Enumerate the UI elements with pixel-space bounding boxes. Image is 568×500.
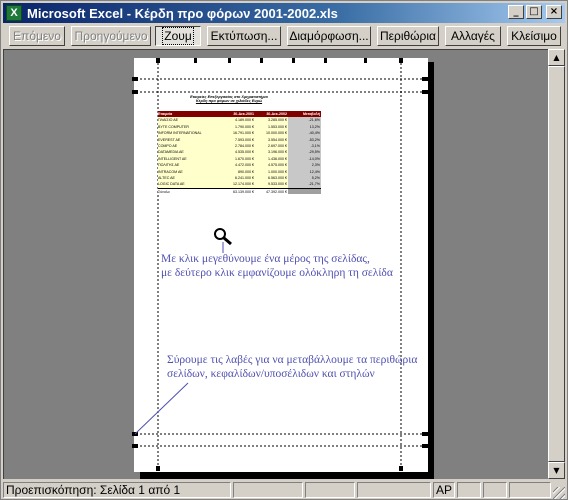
minimize-icon[interactable]: _ [508,5,524,19]
table-cell: Σύνολο [158,187,222,195]
previous-page-button[interactable]: Προηγούμενο [71,26,151,46]
table-cell [288,187,321,195]
resize-grip-icon[interactable] [553,487,565,499]
margin-handle[interactable] [422,77,428,81]
margin-handle[interactable] [132,444,138,448]
excel-app-icon[interactable]: X [6,5,22,21]
column-handle[interactable] [194,58,197,63]
window-title: Microsoft Excel - Κέρδη προ φόρων 2001-2… [27,5,338,21]
excel-print-preview-window: X Microsoft Excel - Κέρδη προ φόρων 2001… [0,0,568,500]
drag-annotation-line2: σελίδων, κεφαλίδων/υποσέλιδων και στηλών [167,368,375,380]
sheet-title: Εταιρείες Επεξεργασίας στο Χρηματιστήριο… [166,95,292,103]
setup-button[interactable]: Διαμόρφωση... [287,26,371,46]
sheet-title-line2: Κέρδη προ φόρων σε χιλιάδες Ευρώ [195,99,263,103]
column-handle[interactable] [260,58,263,63]
status-panel [305,482,355,498]
table-cell: 63.139.000 € [222,187,255,195]
zoom-annotation-line1: Με κλικ μεγεθύνουμε ένα μέρος της σελίδα… [161,253,370,265]
margin-handle[interactable] [156,466,160,471]
column-handle[interactable] [228,58,231,63]
margin-handle[interactable] [399,466,403,471]
window-controls: _ □ × [508,5,562,19]
scroll-down-icon[interactable]: ▼ [548,462,565,479]
status-panel [357,482,431,498]
title-bar[interactable]: X Microsoft Excel - Κέρδη προ φόρων 2001… [3,3,565,23]
status-bar: Προεπισκόπηση: Σελίδα 1 από 1 AP [3,481,565,499]
table-total-row: Σύνολο 63.139.000 €47.392.000 € [158,187,321,195]
next-page-button[interactable]: Επόμενο [9,26,65,46]
vertical-scrollbar[interactable]: ▲ ▼ [548,49,565,479]
print-button[interactable]: Εκτύπωση... [207,26,281,46]
maximize-icon[interactable]: □ [526,5,542,19]
close-icon[interactable]: × [546,5,562,19]
close-preview-button[interactable]: Κλείσιμο [507,26,561,46]
data-table: Εταιρεία 30-Δεκ-2001 30-Δεκ-2002 Μεταβολή ΠΛ… [158,111,321,195]
column-handle[interactable] [292,58,295,63]
status-text: Προεπισκόπηση: Σελίδα 1 από 1 [3,482,231,498]
margin-handle[interactable] [132,77,138,81]
margin-handle[interactable] [399,58,403,63]
margin-handle[interactable] [422,444,428,448]
table-cell: 47.392.000 € [255,187,288,195]
status-panel [509,482,551,498]
margin-handle[interactable] [422,432,428,436]
zoom-annotation-line2: με δεύτερο κλικ εμφανίζουμε ολόκληρη τη … [161,267,393,279]
scroll-thumb[interactable] [548,66,565,462]
preview-area[interactable]: Εταιρείες Επεξεργασίας στο Χρηματιστήριο… [3,49,548,479]
column-handle[interactable] [324,58,327,63]
zoom-button[interactable]: Ζουμ [155,26,201,46]
status-panel [233,482,303,498]
column-handle[interactable] [364,58,367,63]
status-indicator: AP [433,482,455,498]
page-break-preview-button[interactable]: Αλλαγές [445,26,501,46]
margin-handle[interactable] [422,90,428,94]
status-panel [483,482,507,498]
magnifier-icon [214,228,232,246]
margins-button[interactable]: Περιθώρια [377,26,439,46]
status-panel [457,482,481,498]
preview-toolbar: Επόμενο Προηγούμενο Ζουμ Εκτύπωση... Δια… [3,25,565,47]
margin-handle[interactable] [156,58,160,63]
scroll-up-icon[interactable]: ▲ [548,49,565,66]
zoom-button-label: Ζουμ [162,27,194,45]
drag-callout-line [134,382,189,435]
drag-annotation-line1: Σύρουμε τις λαβές για να μεταβάλλουμε τα… [167,354,418,366]
margin-handle[interactable] [132,90,138,94]
